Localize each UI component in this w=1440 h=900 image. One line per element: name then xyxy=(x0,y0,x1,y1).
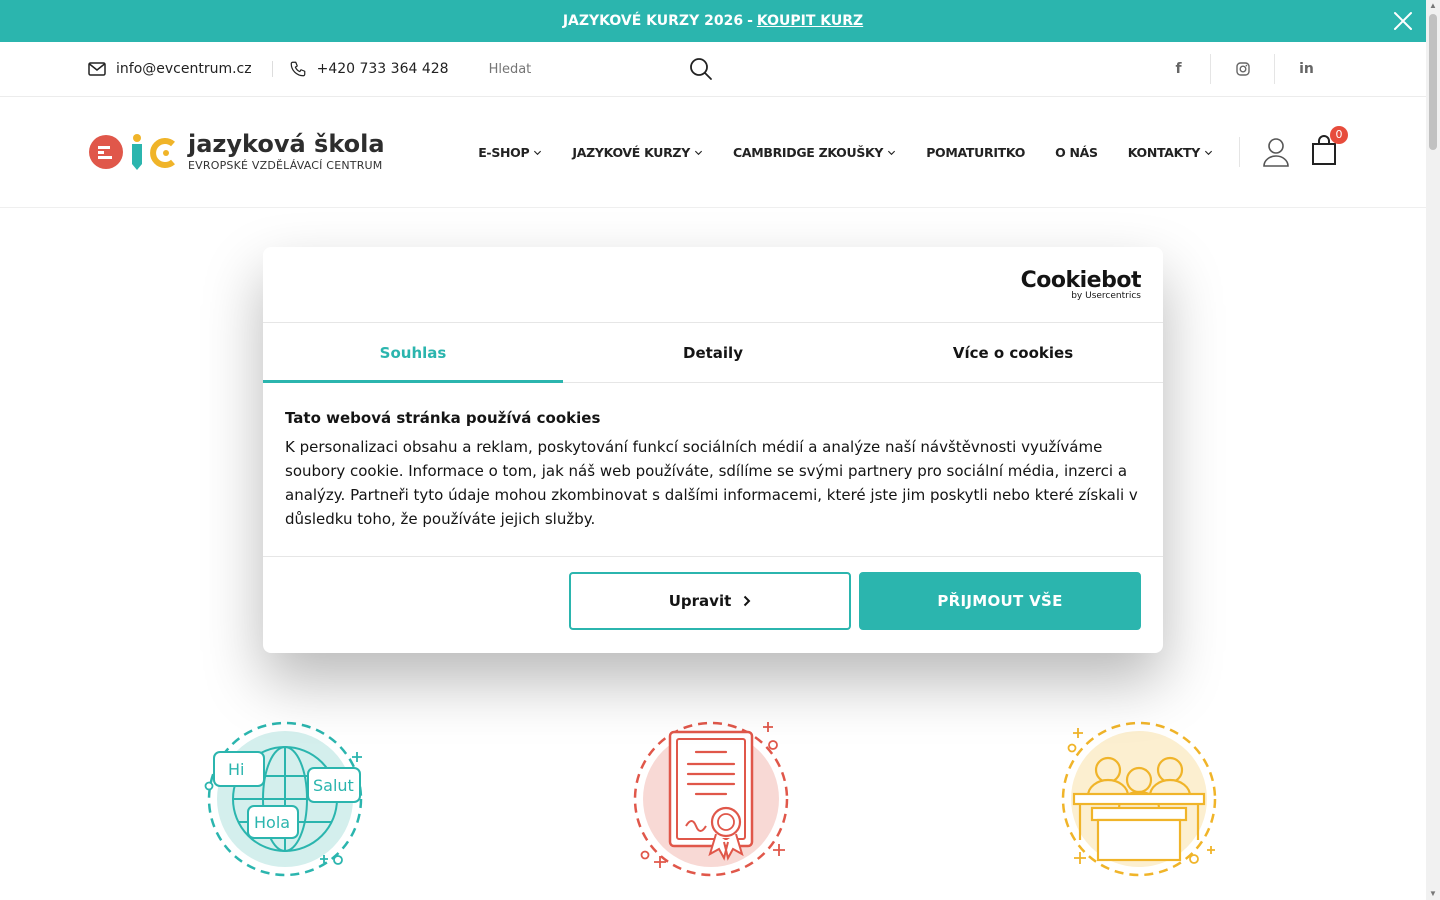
scroll-down-arrow-icon[interactable]: ▼ xyxy=(1429,890,1437,898)
cookie-dialog-title: Tato webová stránka používá cookies xyxy=(285,409,601,427)
logo-subtitle: EVROPSKÉ VZDĚLÁVACÍ CENTRUM xyxy=(188,159,383,173)
nav-label: POMATURITKO xyxy=(926,144,1026,160)
social-links: f in xyxy=(1147,54,1338,84)
cookiebot-logo[interactable]: Cookiebot by Usercentrics xyxy=(1020,268,1142,301)
nav-label: E-SHOP xyxy=(478,144,530,160)
email-text: info@evcentrum.cz xyxy=(116,61,252,77)
bubble-hola-text: Hola xyxy=(254,813,290,832)
tab-about-cookies[interactable]: Více o cookies xyxy=(863,323,1163,382)
cart-button[interactable]: 0 xyxy=(1310,125,1348,171)
divider xyxy=(1239,137,1240,167)
main-nav: E-SHOP JAZYKOVÉ KURZY CAMBRIDGE ZKOUŠKY … xyxy=(478,145,1213,160)
language-globe-illustration: Hi Salut Hola xyxy=(204,721,363,877)
linkedin-icon[interactable]: in xyxy=(1275,54,1338,84)
search-input[interactable] xyxy=(488,61,639,77)
chevron-down-icon xyxy=(534,150,542,155)
search-icon[interactable] xyxy=(689,57,713,81)
user-icon[interactable] xyxy=(1262,137,1290,167)
buy-course-link[interactable]: KOUPIT KURZ xyxy=(757,13,863,29)
tab-details[interactable]: Detaily xyxy=(563,323,863,382)
logo-icon xyxy=(89,134,175,170)
instagram-icon[interactable] xyxy=(1211,54,1274,84)
header-icons: 0 xyxy=(1262,125,1348,171)
utility-bar: info@evcentrum.cz +420 733 364 428 f in xyxy=(0,42,1426,97)
bubble-hi-text: Hi xyxy=(228,760,244,779)
facebook-icon[interactable]: f xyxy=(1147,54,1210,84)
scroll-up-arrow-icon[interactable]: ▲ xyxy=(1429,2,1437,10)
scrollbar-thumb[interactable] xyxy=(1429,14,1437,150)
chevron-down-icon xyxy=(694,150,702,155)
logo[interactable]: jazyková škola EVROPSKÉ VZDĚLÁVACÍ CENTR… xyxy=(88,129,385,173)
nav-item-contacts[interactable]: KONTAKTY xyxy=(1128,145,1213,160)
nav-item-cambridge-exams[interactable]: CAMBRIDGE ZKOUŠKY xyxy=(733,145,896,160)
chevron-right-icon xyxy=(744,595,751,607)
cookie-dialog-text: K personalizaci obsahu a reklam, poskyto… xyxy=(285,438,1138,528)
announcement-text: JAZYKOVÉ KURZY 2026 xyxy=(562,13,744,29)
nav-item-language-courses[interactable]: JAZYKOVÉ KURZY xyxy=(572,145,703,160)
chevron-down-icon xyxy=(888,150,896,155)
accept-all-button[interactable]: PŘIJMOUT VŠE xyxy=(859,572,1141,630)
cookiebot-brand-sub: by Usercentrics xyxy=(1071,291,1141,301)
page-scrollbar[interactable]: ▲ ▼ xyxy=(1426,0,1440,900)
classroom-illustration xyxy=(1061,721,1217,877)
nav-label: JAZYKOVÉ KURZY xyxy=(572,144,690,160)
customize-button[interactable]: Upravit xyxy=(569,572,851,630)
tab-consent[interactable]: Souhlas xyxy=(263,323,563,383)
phone-text: +420 733 364 428 xyxy=(316,61,449,77)
main-header: jazyková škola EVROPSKÉ VZDĚLÁVACÍ CENTR… xyxy=(0,97,1426,208)
customize-button-label: Upravit xyxy=(668,592,732,610)
announcement-separator: - xyxy=(747,13,753,29)
nav-label: O NÁS xyxy=(1055,144,1098,160)
nav-item-eshop[interactable]: E-SHOP xyxy=(478,145,542,160)
cookie-tabs: Souhlas Detaily Více o cookies xyxy=(263,323,1163,383)
nav-item-about[interactable]: O NÁS xyxy=(1055,145,1098,160)
phone-icon xyxy=(290,61,305,77)
close-icon[interactable] xyxy=(1392,10,1414,32)
nav-item-pomaturitko[interactable]: POMATURITKO xyxy=(926,145,1025,160)
bubble-salut-text: Salut xyxy=(313,776,354,795)
chevron-down-icon xyxy=(1204,150,1213,155)
cookie-dialog-body: Tato webová stránka používá cookies K pe… xyxy=(263,383,1163,557)
email-link[interactable]: info@evcentrum.cz xyxy=(88,61,252,77)
mail-icon xyxy=(88,62,106,76)
nav-label: KONTAKTY xyxy=(1127,144,1201,160)
divider xyxy=(271,61,273,77)
certificate-illustration xyxy=(633,721,789,877)
page: JAZYKOVÉ KURZY 2026 - KOUPIT KURZ info@e… xyxy=(0,0,1426,900)
logo-name: jazyková škola xyxy=(188,129,385,158)
cookie-dialog-header: Cookiebot by Usercentrics xyxy=(263,247,1163,323)
cookiebot-brand: Cookiebot xyxy=(1020,268,1142,293)
nav-label: CAMBRIDGE ZKOUŠKY xyxy=(732,144,884,160)
search-box xyxy=(488,57,713,81)
cookie-consent-dialog: Cookiebot by Usercentrics Souhlas Detail… xyxy=(263,247,1163,653)
cookie-dialog-actions: Upravit PŘIJMOUT VŠE xyxy=(263,557,1163,645)
announcement-bar: JAZYKOVÉ KURZY 2026 - KOUPIT KURZ xyxy=(0,0,1426,42)
cart-count-badge: 0 xyxy=(1330,125,1348,144)
phone-link[interactable]: +420 733 364 428 xyxy=(289,60,449,78)
